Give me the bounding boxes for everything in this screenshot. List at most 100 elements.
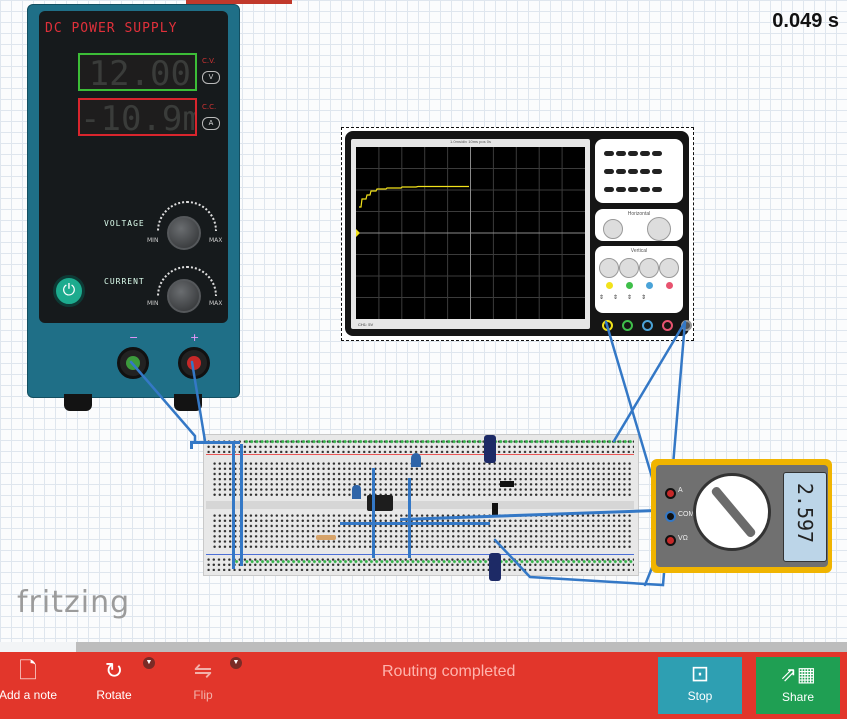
resistor[interactable] xyxy=(316,535,336,540)
wire[interactable] xyxy=(240,444,243,566)
multimeter-reading: 2.597 xyxy=(793,482,817,544)
horizontal-scale-knob[interactable] xyxy=(647,217,671,241)
voltage-knob[interactable] xyxy=(167,216,201,250)
scope-button[interactable] xyxy=(640,187,650,192)
wire[interactable] xyxy=(232,441,235,569)
scope-button[interactable] xyxy=(616,169,626,174)
channel-2-indicator[interactable] xyxy=(626,282,633,289)
amps-jack[interactable] xyxy=(665,488,676,499)
stop-icon: ⊡ xyxy=(690,661,710,686)
com-jack-label: COM xyxy=(678,511,695,518)
negative-terminal[interactable] xyxy=(117,347,149,379)
dc-power-supply[interactable]: DC POWER SUPPLY 12.00 C.V. V -10.9m C.C.… xyxy=(27,4,240,398)
breadboard[interactable] xyxy=(203,434,639,581)
flip-icon: ⇋ xyxy=(193,658,213,683)
connected-holes xyxy=(234,559,634,565)
share-button[interactable]: ⇗▦ Share xyxy=(756,657,840,714)
current-unit-button[interactable]: A xyxy=(202,117,220,130)
current-knob-label: CURRENT xyxy=(104,277,145,286)
electrolytic-capacitor[interactable] xyxy=(484,435,496,463)
amps-jack-label: A xyxy=(678,487,683,494)
channel-4-indicator[interactable] xyxy=(666,282,673,289)
horizontal-scrollbar[interactable] xyxy=(76,642,847,652)
scope-button[interactable] xyxy=(628,187,638,192)
voltage-mode-label: C.V. xyxy=(202,57,216,65)
power-icon: ⏻ xyxy=(62,282,76,299)
stop-label: Stop xyxy=(687,689,713,703)
channel-1-scale-knob[interactable] xyxy=(599,258,619,278)
power-supply-foot-right xyxy=(174,394,202,411)
channel-1-probe-jack[interactable] xyxy=(602,320,613,331)
wire[interactable] xyxy=(340,522,490,525)
scope-button[interactable] xyxy=(652,187,662,192)
simulation-timer: 0.049 s xyxy=(772,10,839,32)
add-note-button[interactable]: 🗋 Add a note xyxy=(0,652,60,719)
scope-button[interactable] xyxy=(652,169,662,174)
diode[interactable] xyxy=(500,481,514,487)
ic-chip[interactable] xyxy=(367,495,393,511)
horizontal-position-knob[interactable] xyxy=(603,219,623,239)
positive-terminal[interactable] xyxy=(178,347,210,379)
channel-4-scale-knob[interactable] xyxy=(659,258,679,278)
wire[interactable] xyxy=(190,441,193,449)
rotate-button[interactable]: ↻ Rotate xyxy=(88,652,140,719)
com-jack[interactable] xyxy=(665,511,676,522)
scope-button[interactable] xyxy=(604,151,614,156)
oscilloscope-body: 1.0ms/div 10ms pos 0s CH1: 5V Horizontal… xyxy=(345,131,692,336)
channel-3-indicator[interactable] xyxy=(646,282,653,289)
diode[interactable] xyxy=(492,503,498,515)
flip-button[interactable]: ⇋ Flip xyxy=(180,652,226,719)
capacitor-ceramic[interactable] xyxy=(352,485,361,499)
volt-ohm-jack[interactable] xyxy=(665,535,676,546)
oscilloscope[interactable]: 1.0ms/div 10ms pos 0s CH1: 5V Horizontal… xyxy=(341,127,694,341)
current-knob[interactable] xyxy=(167,279,201,313)
scope-button[interactable] xyxy=(640,151,650,156)
oscilloscope-header: 1.0ms/div 10ms pos 0s xyxy=(450,139,491,144)
horizontal-label: Horizontal xyxy=(627,211,651,217)
scope-button[interactable] xyxy=(628,151,638,156)
wire[interactable] xyxy=(408,478,411,558)
current-max-label: MAX xyxy=(209,300,223,307)
bottom-negative-line xyxy=(206,554,634,555)
current-min-label: MIN xyxy=(147,300,159,307)
rotate-menu-caret-icon[interactable]: ▼ xyxy=(143,657,155,669)
scope-menu-panel xyxy=(595,139,683,203)
scope-button[interactable] xyxy=(616,151,626,156)
power-supply-title: DC POWER SUPPLY xyxy=(45,21,178,36)
volt-ohm-jack-label: VΩ xyxy=(678,535,688,542)
stop-button[interactable]: ⊡ Stop xyxy=(658,657,742,714)
fritzing-logo: fritzing xyxy=(17,585,131,620)
channel-4-probe-jack[interactable] xyxy=(662,320,673,331)
ground-probe-jack[interactable] xyxy=(681,320,692,331)
oscilloscope-screen: 1.0ms/div 10ms pos 0s CH1: 5V xyxy=(351,139,590,329)
vertical-label: Vertical xyxy=(630,248,648,254)
share-icon: ⇗▦ xyxy=(780,664,816,686)
channel-position-controls[interactable]: ⇕⇕⇕⇕ xyxy=(599,294,655,301)
scope-button[interactable] xyxy=(640,169,650,174)
scope-button[interactable] xyxy=(628,169,638,174)
capacitor-ceramic[interactable] xyxy=(411,453,421,467)
scope-button[interactable] xyxy=(604,187,614,192)
breadboard-canvas[interactable]: 0.049 s DC POWER SUPPLY 12.00 C.V. V -10… xyxy=(0,0,847,642)
center-trench xyxy=(206,501,634,509)
scope-button[interactable] xyxy=(604,169,614,174)
scope-button[interactable] xyxy=(652,151,662,156)
channel-1-indicator[interactable] xyxy=(606,282,613,289)
voltage-unit-button[interactable]: V xyxy=(202,71,220,84)
scope-button[interactable] xyxy=(616,187,626,192)
channel-2-probe-jack[interactable] xyxy=(622,320,633,331)
scope-vertical-panel: Vertical ⇕⇕⇕⇕ xyxy=(595,246,683,313)
voltage-min-label: MIN xyxy=(147,237,159,244)
channel-3-probe-jack[interactable] xyxy=(642,320,653,331)
channel-2-scale-knob[interactable] xyxy=(619,258,639,278)
add-note-label: Add a note xyxy=(0,688,58,702)
multimeter[interactable]: A COM VΩ 2.597 xyxy=(651,459,832,573)
power-button[interactable]: ⏻ xyxy=(53,275,85,307)
note-icon: 🗋 xyxy=(19,658,37,683)
flip-menu-caret-icon[interactable]: ▼ xyxy=(230,657,242,669)
channel-3-scale-knob[interactable] xyxy=(639,258,659,278)
electrolytic-capacitor[interactable] xyxy=(489,553,501,581)
wire[interactable] xyxy=(372,468,375,558)
multimeter-dial[interactable] xyxy=(693,473,771,551)
power-supply-foot-left xyxy=(64,394,92,411)
